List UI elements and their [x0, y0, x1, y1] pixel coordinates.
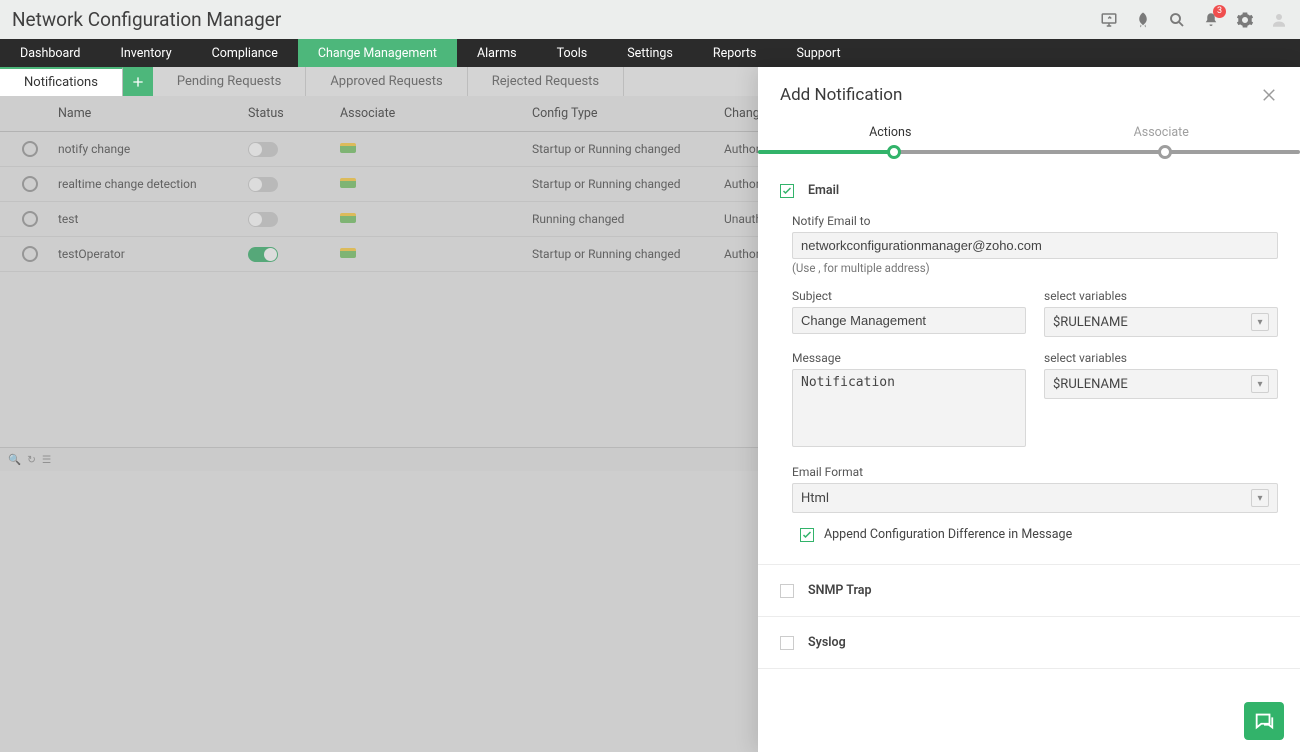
- message-variables-label: select variables: [1044, 351, 1278, 365]
- add-notification-tab-button[interactable]: [123, 67, 153, 96]
- notify-email-hint: (Use , for multiple address): [792, 261, 1278, 275]
- email-format-block: Email Format Html ▾: [792, 465, 1278, 513]
- nav-settings[interactable]: Settings: [607, 39, 693, 67]
- subject-input[interactable]: [792, 307, 1026, 334]
- syslog-section-toggle[interactable]: Syslog: [780, 635, 1278, 650]
- app-title: Network Configuration Manager: [12, 8, 281, 31]
- nav-compliance[interactable]: Compliance: [192, 39, 298, 67]
- stepper: Actions Associate: [758, 125, 1300, 173]
- bell-icon[interactable]: 3: [1202, 11, 1220, 29]
- message-label: Message: [792, 351, 1026, 365]
- email-checkbox[interactable]: [780, 184, 794, 198]
- rocket-icon[interactable]: [1134, 11, 1152, 29]
- notify-email-label: Notify Email to: [792, 214, 1278, 228]
- divider: [758, 616, 1300, 617]
- nav-tools[interactable]: Tools: [537, 39, 608, 67]
- tab-notifications[interactable]: Notifications: [0, 67, 123, 96]
- subject-row: Subject select variables $RULENAME ▾: [792, 289, 1278, 337]
- email-format-label: Email Format: [792, 465, 1278, 479]
- step-dot-associate: [1158, 145, 1172, 159]
- syslog-section-label: Syslog: [808, 635, 846, 650]
- append-diff-checkbox[interactable]: [800, 528, 814, 542]
- subject-variable-select[interactable]: $RULENAME ▾: [1044, 307, 1278, 337]
- notify-email-input[interactable]: [792, 232, 1278, 259]
- divider: [758, 668, 1300, 669]
- user-avatar-icon[interactable]: [1270, 11, 1288, 29]
- chevron-down-icon: ▾: [1251, 313, 1269, 331]
- panel-head: Add Notification: [758, 67, 1300, 125]
- panel-body: Email Notify Email to (Use , for multipl…: [758, 173, 1300, 752]
- nav-change-management[interactable]: Change Management: [298, 39, 457, 67]
- nav-inventory[interactable]: Inventory: [100, 39, 191, 67]
- nav-alarms[interactable]: Alarms: [457, 39, 537, 67]
- step-associate[interactable]: Associate: [1134, 125, 1189, 140]
- divider: [758, 564, 1300, 565]
- close-icon[interactable]: [1260, 86, 1278, 104]
- message-row: Message select variables $RULENAME ▾: [792, 351, 1278, 451]
- chevron-down-icon: ▾: [1251, 375, 1269, 393]
- subject-variable-value: $RULENAME: [1053, 315, 1128, 330]
- nav-dashboard[interactable]: Dashboard: [0, 39, 100, 67]
- notification-badge: 3: [1213, 5, 1226, 18]
- snmp-checkbox[interactable]: [780, 584, 794, 598]
- message-textarea[interactable]: [792, 369, 1026, 447]
- nav-support[interactable]: Support: [776, 39, 860, 67]
- add-notification-panel: Add Notification Actions Associate Email…: [758, 67, 1300, 752]
- subject-variables-label: select variables: [1044, 289, 1278, 303]
- monitor-icon[interactable]: [1100, 11, 1118, 29]
- tab-rejected-requests[interactable]: Rejected Requests: [468, 67, 624, 96]
- email-section-toggle[interactable]: Email: [780, 183, 1278, 198]
- topbar-icons: 3: [1100, 11, 1288, 29]
- syslog-checkbox[interactable]: [780, 636, 794, 650]
- email-section-label: Email: [808, 183, 839, 198]
- tab-approved-requests[interactable]: Approved Requests: [306, 67, 467, 96]
- step-actions[interactable]: Actions: [869, 125, 911, 140]
- panel-title: Add Notification: [780, 85, 902, 105]
- step-dot-actions: [887, 145, 901, 159]
- gear-icon[interactable]: [1236, 11, 1254, 29]
- message-variable-select[interactable]: $RULENAME ▾: [1044, 369, 1278, 399]
- nav-reports[interactable]: Reports: [693, 39, 777, 67]
- email-format-value: Html: [801, 491, 829, 506]
- topbar: Network Configuration Manager 3: [0, 0, 1300, 39]
- subject-label: Subject: [792, 289, 1026, 303]
- chevron-down-icon: ▾: [1251, 489, 1269, 507]
- message-variable-value: $RULENAME: [1053, 377, 1128, 392]
- notify-email-block: Notify Email to (Use , for multiple addr…: [792, 214, 1278, 275]
- tab-pending-requests[interactable]: Pending Requests: [153, 67, 306, 96]
- append-diff-row[interactable]: Append Configuration Difference in Messa…: [800, 527, 1278, 542]
- chat-fab-icon[interactable]: [1244, 702, 1284, 740]
- snmp-section-toggle[interactable]: SNMP Trap: [780, 583, 1278, 598]
- append-diff-label: Append Configuration Difference in Messa…: [824, 527, 1072, 542]
- search-icon[interactable]: [1168, 11, 1186, 29]
- snmp-section-label: SNMP Trap: [808, 583, 872, 598]
- main-nav: Dashboard Inventory Compliance Change Ma…: [0, 39, 1300, 67]
- email-format-select[interactable]: Html ▾: [792, 483, 1278, 513]
